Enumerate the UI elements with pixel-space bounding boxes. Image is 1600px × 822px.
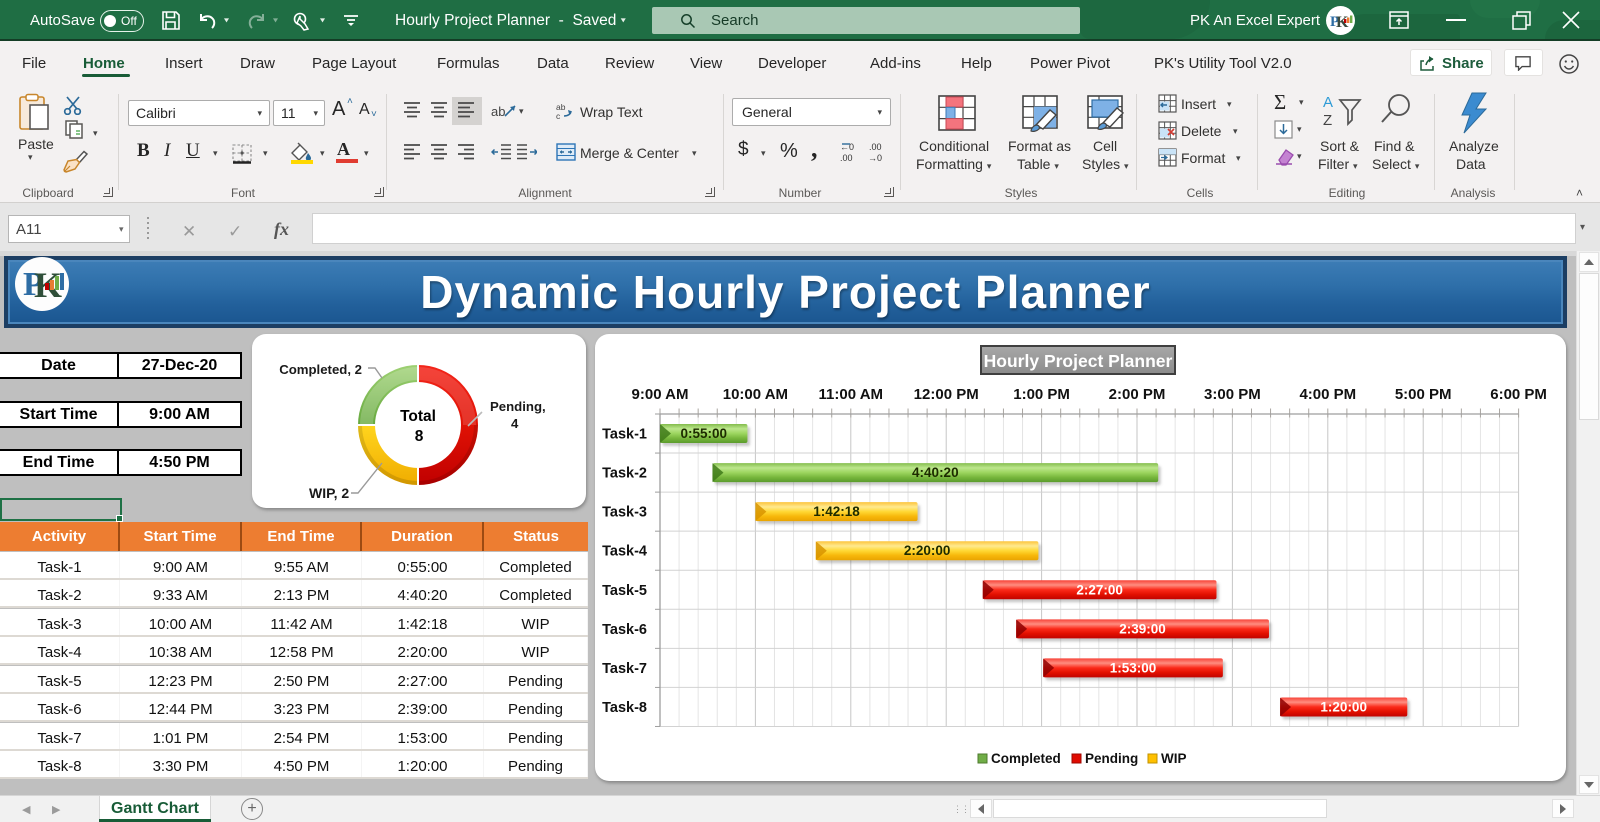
svg-text:9:00 AM: 9:00 AM — [632, 386, 689, 403]
svg-text:6:00 PM: 6:00 PM — [1490, 386, 1547, 403]
svg-text:Task-4: Task-4 — [602, 544, 647, 560]
svg-text:Task-5: Task-5 — [602, 583, 647, 599]
svg-text:.00: .00 — [840, 153, 853, 163]
svg-text:Task-8: Task-8 — [602, 700, 647, 716]
svg-text:4:40:20: 4:40:20 — [912, 465, 959, 480]
svg-text:Total: Total — [400, 408, 436, 425]
svg-text:1:00 PM: 1:00 PM — [1013, 386, 1070, 403]
svg-text:Task-7: Task-7 — [602, 661, 647, 677]
svg-text:8: 8 — [415, 428, 424, 445]
svg-text:4: 4 — [511, 416, 519, 431]
svg-text:Completed, 2: Completed, 2 — [279, 362, 362, 377]
svg-text:2:00 PM: 2:00 PM — [1109, 386, 1166, 403]
svg-text:4:00 PM: 4:00 PM — [1299, 386, 1356, 403]
svg-text:WIP, 2: WIP, 2 — [309, 485, 349, 501]
svg-text:12:00 PM: 12:00 PM — [914, 386, 979, 403]
svg-text:2:27:00: 2:27:00 — [1076, 582, 1123, 597]
svg-text:ab: ab — [491, 104, 505, 119]
svg-text:c: c — [556, 111, 561, 120]
svg-text:Task-6: Task-6 — [602, 622, 647, 638]
svg-text:2:20:00: 2:20:00 — [904, 543, 951, 558]
svg-text:Task-3: Task-3 — [602, 505, 647, 521]
svg-text:0:55:00: 0:55:00 — [680, 426, 727, 441]
svg-text:Hourly Project Planner: Hourly Project Planner — [984, 351, 1173, 371]
svg-text:Pending,: Pending, — [490, 399, 546, 414]
svg-text:Z: Z — [1323, 112, 1332, 126]
svg-text:→0: →0 — [868, 153, 882, 163]
svg-text:1:53:00: 1:53:00 — [1110, 660, 1157, 675]
svg-text:1:20:00: 1:20:00 — [1320, 699, 1367, 714]
svg-text:Task-1: Task-1 — [602, 427, 647, 443]
svg-text:5:00 PM: 5:00 PM — [1395, 386, 1452, 403]
svg-text:10:00 AM: 10:00 AM — [723, 386, 788, 403]
svg-text:2:39:00: 2:39:00 — [1119, 621, 1166, 636]
svg-text:Completed: Completed — [991, 751, 1061, 766]
svg-text:Pending: Pending — [1085, 751, 1138, 766]
svg-text:11:00 AM: 11:00 AM — [819, 386, 883, 403]
svg-text:WIP: WIP — [1161, 751, 1187, 766]
svg-text:3:00 PM: 3:00 PM — [1204, 386, 1261, 403]
svg-text:1:42:18: 1:42:18 — [813, 504, 860, 519]
svg-text:A: A — [1323, 94, 1333, 111]
svg-text:Task-2: Task-2 — [602, 466, 647, 482]
svg-text:.00: .00 — [869, 142, 882, 152]
